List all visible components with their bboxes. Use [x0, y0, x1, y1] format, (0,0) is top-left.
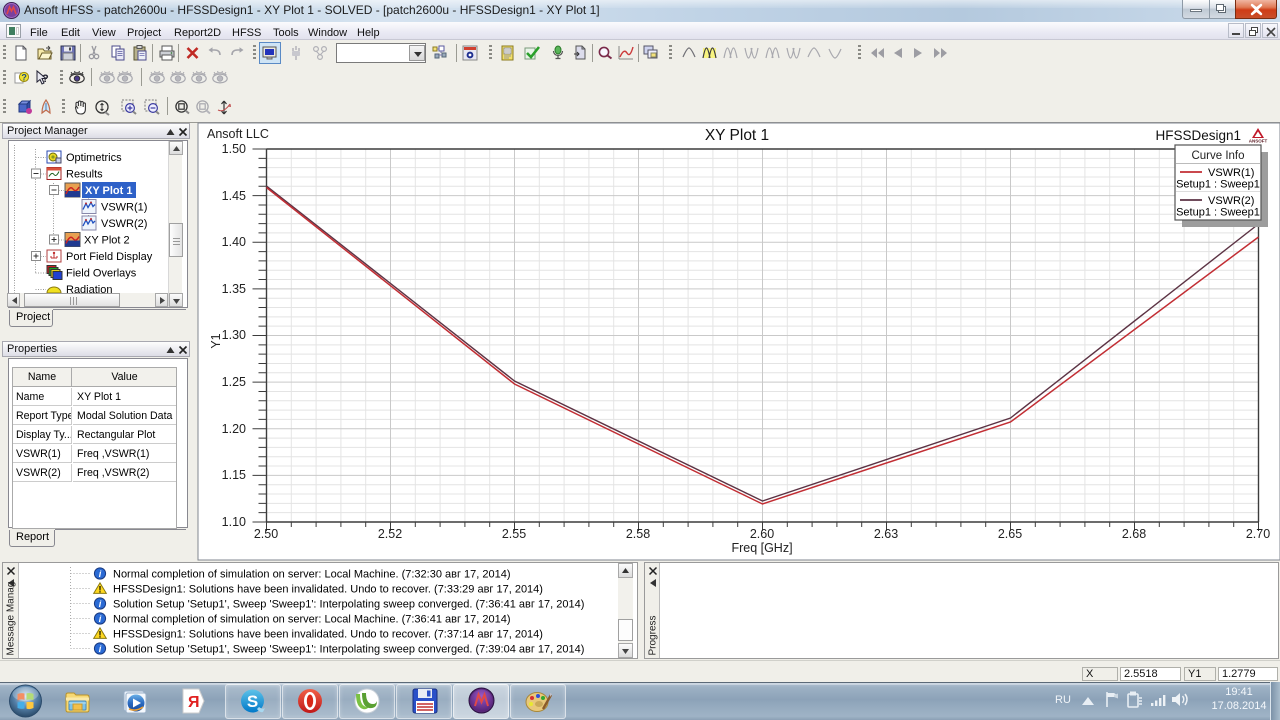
svg-text:2.58: 2.58 [626, 527, 650, 541]
svg-text:Solution Setup 'Setup1', Sweep: Solution Setup 'Setup1', Sweep 'Sweep1':… [113, 598, 584, 610]
svg-text:2.55: 2.55 [502, 527, 526, 541]
svg-text:Optimetrics: Optimetrics [66, 152, 122, 164]
svg-text:Ansoft LLC: Ansoft LLC [207, 127, 269, 141]
svg-text:XY Plot 1: XY Plot 1 [705, 127, 769, 144]
svg-text:VSWR(1): VSWR(1) [1208, 167, 1254, 179]
svg-text:2.50: 2.50 [254, 527, 278, 541]
svg-text:ANSOFT: ANSOFT [1249, 139, 1268, 144]
svg-text:1.50: 1.50 [222, 142, 246, 156]
svg-text:1.20: 1.20 [222, 422, 246, 436]
svg-text:Results: Results [66, 169, 103, 181]
svg-text:HFSSDesign1: Solutions have be: HFSSDesign1: Solutions have been invalid… [113, 583, 543, 595]
svg-text:VSWR(1): VSWR(1) [101, 202, 147, 214]
svg-text:Setup1 : Sweep1: Setup1 : Sweep1 [1176, 179, 1260, 191]
svg-text:1.10: 1.10 [222, 515, 246, 529]
svg-text:XY Plot 2: XY Plot 2 [84, 235, 130, 247]
svg-text:2.60: 2.60 [750, 527, 774, 541]
svg-text:2.70: 2.70 [1246, 527, 1270, 541]
svg-text:Solution Setup 'Setup1', Sweep: Solution Setup 'Setup1', Sweep 'Sweep1':… [113, 643, 584, 655]
svg-text:HFSSDesign1: HFSSDesign1 [1155, 128, 1241, 143]
svg-text:!: ! [99, 630, 102, 640]
svg-text:2.68: 2.68 [1122, 527, 1146, 541]
svg-text:VSWR(2): VSWR(2) [1208, 195, 1254, 207]
svg-text:Port Field Display: Port Field Display [66, 251, 153, 263]
svg-text:Я: Я [188, 694, 200, 711]
svg-text:S: S [247, 692, 258, 711]
svg-text:Y1: Y1 [209, 333, 223, 348]
svg-text:1.40: 1.40 [222, 235, 246, 249]
svg-text:1.35: 1.35 [222, 282, 246, 296]
svg-text:HFSSDesign1: Solutions have be: HFSSDesign1: Solutions have been invalid… [113, 628, 543, 640]
svg-text:XY Plot 1: XY Plot 1 [85, 185, 132, 197]
svg-text:2.65: 2.65 [998, 527, 1022, 541]
svg-text:1.25: 1.25 [222, 375, 246, 389]
svg-text:2.63: 2.63 [874, 527, 898, 541]
svg-text:2.52: 2.52 [378, 527, 402, 541]
svg-text:?: ? [42, 73, 49, 85]
svg-text:1.30: 1.30 [222, 328, 246, 342]
svg-text:Normal completion of simulatio: Normal completion of simulation on serve… [113, 613, 511, 625]
svg-text:Freq [GHz]: Freq [GHz] [731, 541, 792, 555]
svg-text:Field Overlays: Field Overlays [66, 268, 137, 280]
svg-text:VSWR(2): VSWR(2) [101, 218, 147, 230]
svg-text:Curve Info: Curve Info [1191, 150, 1244, 162]
svg-text:!: ! [99, 585, 102, 595]
svg-text:Setup1 : Sweep1: Setup1 : Sweep1 [1176, 207, 1260, 219]
svg-text:1.15: 1.15 [222, 468, 246, 482]
svg-text:?: ? [21, 73, 27, 83]
svg-text:Normal completion of simulatio: Normal completion of simulation on serve… [113, 568, 511, 580]
svg-text:1.45: 1.45 [222, 189, 246, 203]
